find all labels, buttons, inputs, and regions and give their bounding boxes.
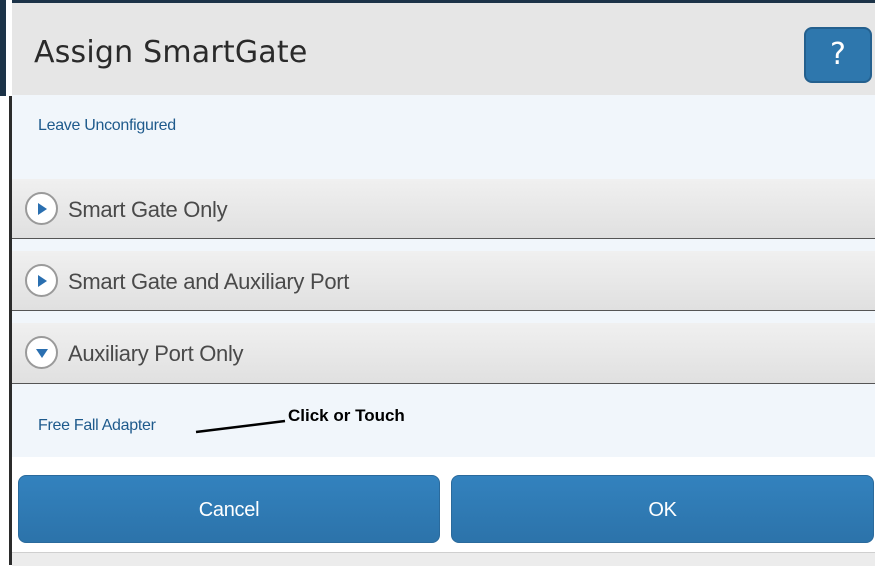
callout-annotation: Click or Touch [288,406,405,425]
cancel-button[interactable]: Cancel [18,475,440,543]
ok-button[interactable]: OK [451,475,874,543]
footer-bottom-strip [12,552,875,566]
assign-smartgate-dialog: Assign SmartGate ? Leave Unconfigured Sm… [0,0,875,566]
